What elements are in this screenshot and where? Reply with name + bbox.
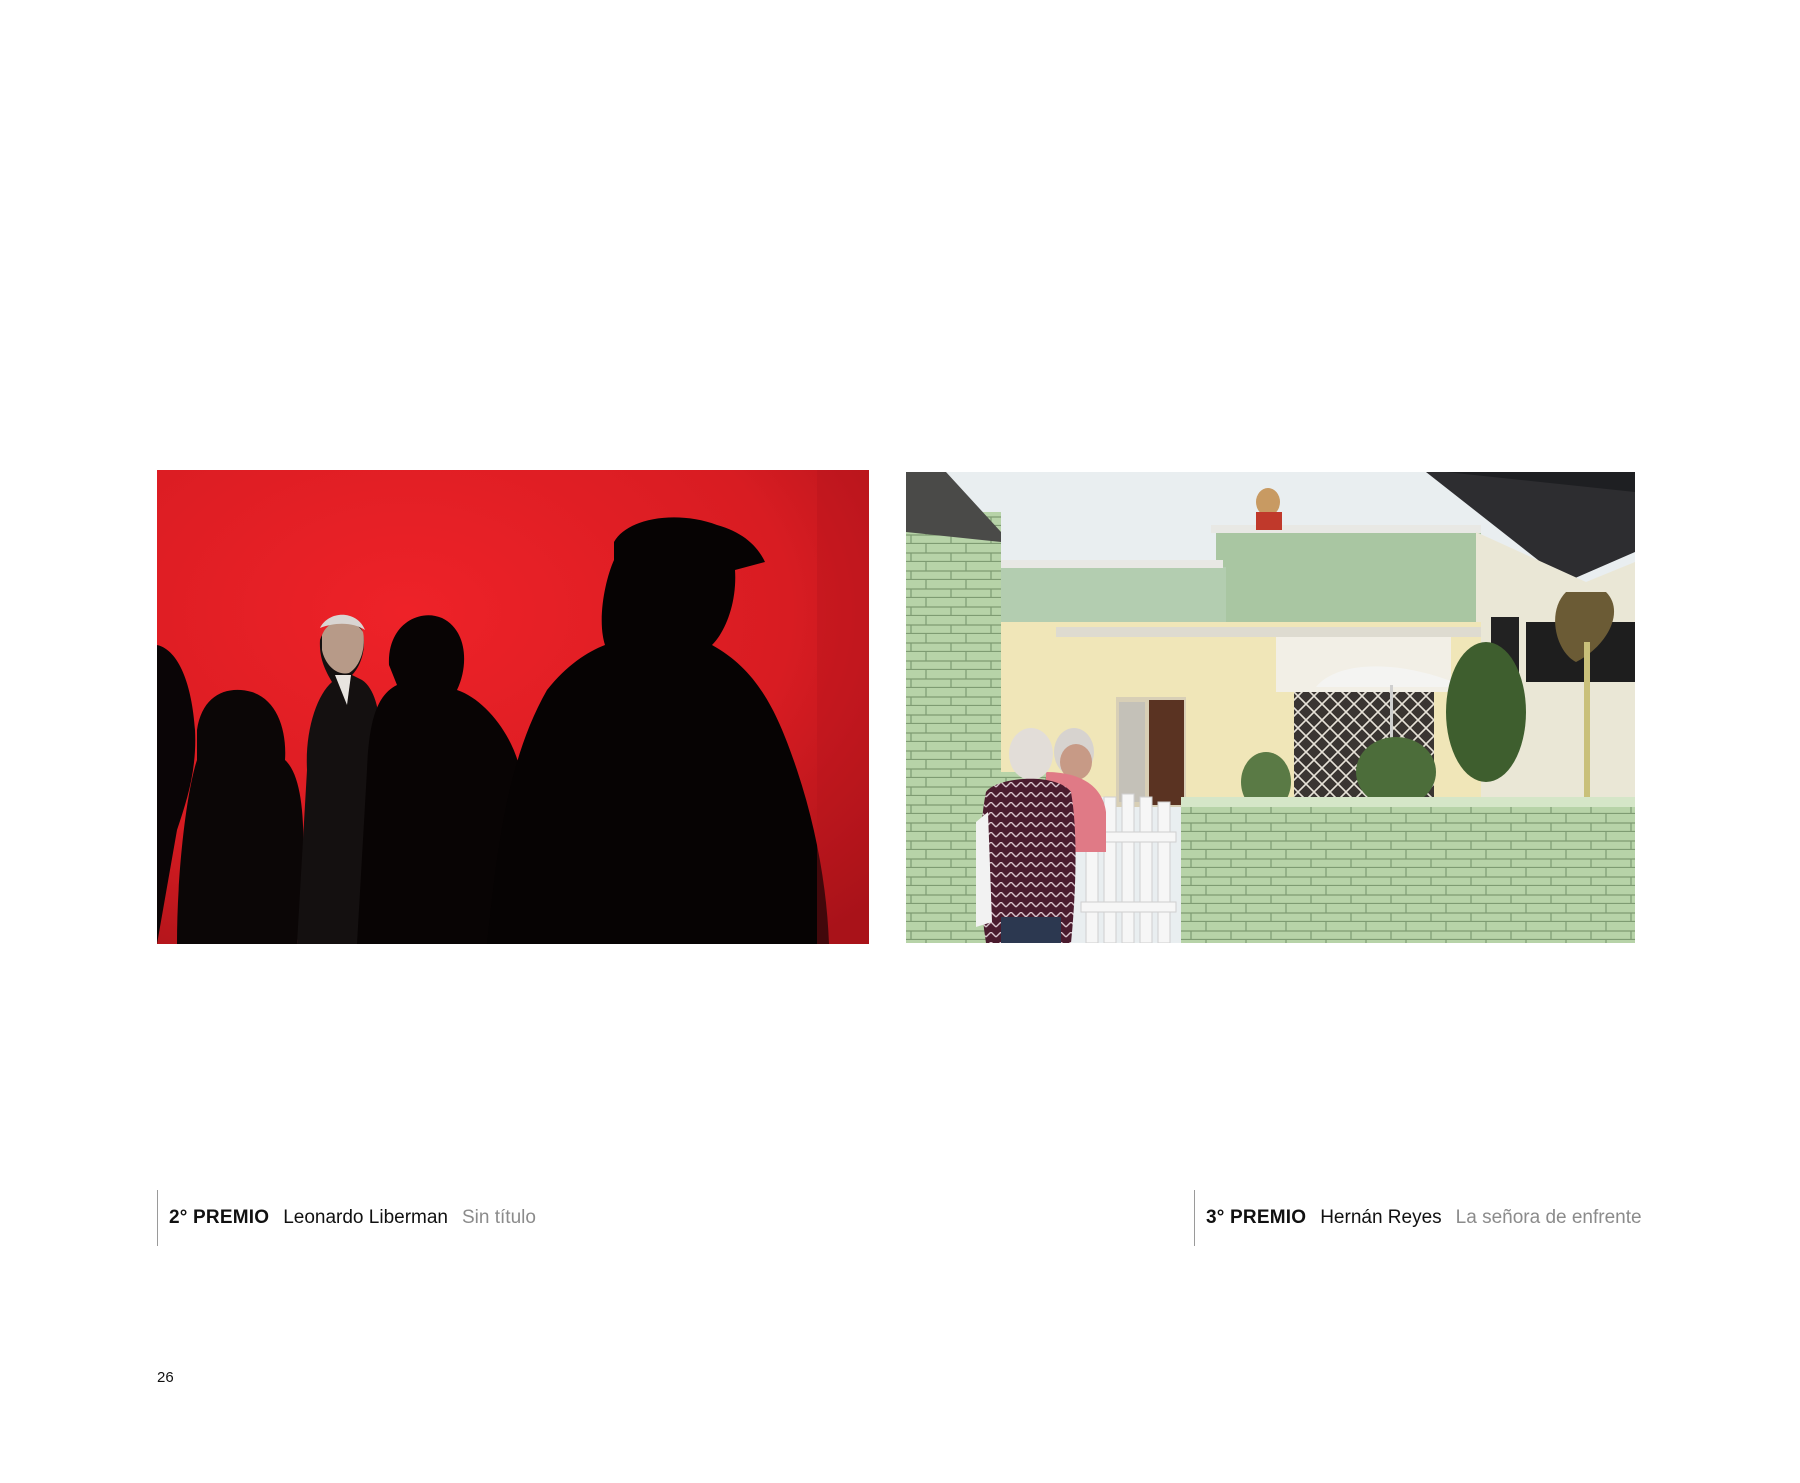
photo-women-at-fence bbox=[906, 472, 1635, 943]
photo-fence-image bbox=[906, 472, 1635, 943]
page-number: 26 bbox=[157, 1369, 174, 1386]
photo-silhouettes-image bbox=[157, 470, 869, 944]
prize-label: 2° PREMIO bbox=[169, 1207, 270, 1228]
photo-title: Sin título bbox=[462, 1207, 536, 1228]
photo-caption-2nd-prize: 2° PREMIO Leonardo Liberman Sin título bbox=[157, 1190, 536, 1246]
prize-label: 3° PREMIO bbox=[1206, 1207, 1307, 1228]
photo-silhouettes-red bbox=[157, 470, 869, 944]
photographer-name: Hernán Reyes bbox=[1320, 1207, 1442, 1228]
photo-caption-3rd-prize: 3° PREMIO Hernán Reyes La señora de enfr… bbox=[1194, 1190, 1642, 1246]
photo-title: La señora de enfrente bbox=[1455, 1207, 1642, 1228]
photographer-name: Leonardo Liberman bbox=[283, 1207, 448, 1228]
